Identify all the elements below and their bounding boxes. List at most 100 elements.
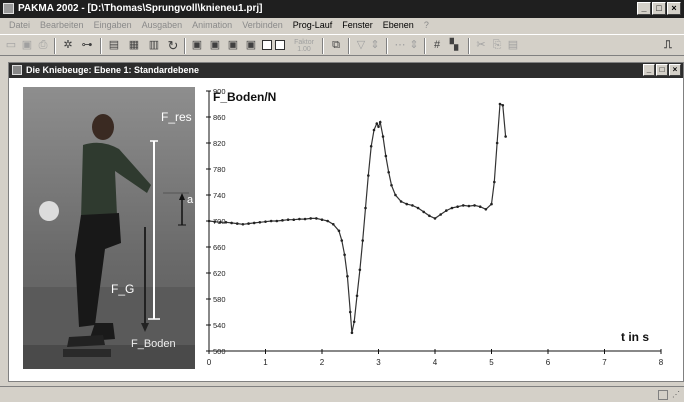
app-icon[interactable] — [3, 3, 14, 14]
y-tick-label: 580 — [213, 295, 226, 304]
data-point — [445, 209, 448, 212]
data-point — [303, 217, 307, 221]
scale-icon[interactable]: ⋯ — [392, 38, 408, 53]
menu-bearbeiten[interactable]: Bearbeiten — [35, 18, 89, 34]
play-icon[interactable]: ▣ — [190, 38, 204, 53]
y-tick-label: 860 — [213, 113, 226, 122]
copy-icon[interactable]: ⎘ — [490, 38, 504, 53]
factor-control[interactable]: Faktor 1.00 — [290, 39, 318, 54]
data-table-icon[interactable]: ▚ — [446, 38, 462, 53]
help-pointer-icon[interactable]: ⎍ — [660, 38, 676, 53]
x-tick-label: 5 — [489, 358, 494, 367]
y-tick-label: 540 — [213, 321, 226, 330]
maximize-button[interactable]: □ — [652, 2, 666, 15]
data-point — [504, 135, 507, 138]
data-point — [326, 219, 329, 223]
layers-icon[interactable]: ⧉ — [328, 38, 344, 53]
grid-icon[interactable]: # — [430, 38, 444, 53]
menu-datei[interactable]: Datei — [4, 18, 35, 34]
input-window-icon[interactable]: ▤ — [106, 38, 122, 53]
y-tick-label: 500 — [213, 347, 226, 356]
x-axis-label: t in s — [621, 330, 649, 344]
data-point — [384, 154, 388, 158]
data-point — [219, 221, 222, 224]
x-tick-label: 3 — [376, 358, 381, 367]
zoom-down-icon[interactable]: ▽ — [354, 38, 368, 53]
gear-icon[interactable]: ✲ — [60, 38, 76, 53]
paste-icon[interactable]: ▤ — [506, 38, 520, 53]
subwindow: Die Kniebeuge: Ebene 1: Standardebene _ … — [8, 62, 684, 382]
menu-help[interactable]: ? — [419, 18, 434, 34]
stop-icon[interactable]: ▣ — [244, 38, 258, 53]
data-point — [348, 310, 352, 314]
data-point — [381, 135, 385, 138]
menu-animation[interactable]: Animation — [187, 18, 237, 34]
data-point — [281, 219, 284, 222]
connect-icon[interactable]: ⊶ — [78, 38, 96, 53]
graph-window-icon[interactable]: ▥ — [146, 38, 162, 53]
pause-icon[interactable]: ▣ — [226, 38, 240, 53]
menu-ebenen[interactable]: Ebenen — [378, 18, 419, 34]
data-point — [501, 104, 505, 107]
data-point — [450, 206, 454, 210]
x-tick-label: 1 — [263, 358, 268, 367]
y-tick-label: 820 — [213, 139, 226, 148]
step-icon[interactable]: ▣ — [208, 38, 222, 53]
factor-value: 1.00 — [297, 46, 311, 53]
x-tick-labels: 0 1 2 3 4 5 6 7 8 — [207, 358, 664, 367]
data-point — [355, 294, 359, 298]
menu-ausgaben[interactable]: Ausgaben — [137, 18, 188, 34]
data-point — [461, 204, 465, 207]
data-point — [473, 204, 476, 207]
scale-spin-icon[interactable]: ⇕ — [408, 38, 420, 53]
data-point — [346, 274, 349, 278]
data-point — [377, 125, 380, 129]
resize-grip-icon[interactable]: ⋰ — [672, 390, 682, 400]
sub-close-button[interactable]: × — [669, 64, 681, 76]
data-point — [439, 213, 442, 216]
menu-fenster[interactable]: Fenster — [337, 18, 378, 34]
status-indicator-icon — [658, 390, 668, 400]
menu-verbinden[interactable]: Verbinden — [237, 18, 288, 34]
print-icon[interactable]: ⎙ — [36, 38, 50, 53]
data-point — [247, 222, 250, 225]
data-point — [213, 220, 216, 223]
data-point — [378, 120, 382, 124]
window-title: PAKMA 2002 - [D:\Thomas\Sprungvoll\knien… — [18, 3, 263, 14]
data-point — [252, 221, 256, 225]
menu-eingaben[interactable]: Eingaben — [89, 18, 137, 34]
series-line — [208, 103, 507, 333]
minimize-button[interactable]: _ — [637, 2, 651, 15]
refresh-icon[interactable]: ↻ — [166, 38, 180, 53]
data-point — [337, 229, 341, 233]
data-point — [264, 220, 267, 223]
x-tick-label: 0 — [207, 358, 212, 367]
checkbox-b[interactable] — [275, 40, 285, 50]
status-bar: ⋰ — [0, 386, 684, 402]
checkbox-a[interactable] — [262, 40, 272, 50]
data-point — [224, 221, 228, 224]
data-point — [320, 218, 324, 221]
open-folder-icon[interactable]: ▭ — [4, 38, 18, 53]
app-title-bar: PAKMA 2002 - [D:\Thomas\Sprungvoll\knien… — [0, 0, 684, 18]
output-window-icon[interactable]: ▦ — [126, 38, 142, 53]
force-time-chart[interactable]: 500540580620660700740780820860900 012345… — [201, 79, 677, 379]
data-point — [352, 320, 356, 324]
save-icon[interactable]: ▣ — [20, 38, 34, 53]
f-boden-label: F_Boden — [131, 338, 176, 350]
data-point — [493, 180, 496, 184]
cut-icon[interactable]: ✂ — [474, 38, 488, 53]
a-label: a — [187, 194, 194, 206]
spin-updown-icon[interactable]: ⇕ — [368, 38, 382, 53]
data-point — [387, 170, 390, 174]
data-point — [394, 193, 397, 197]
sub-maximize-button[interactable]: □ — [656, 64, 668, 76]
data-point — [367, 174, 370, 177]
menu-prog-lauf[interactable]: Prog-Lauf — [288, 18, 338, 34]
subwindow-icon[interactable] — [12, 65, 22, 75]
data-point — [467, 204, 471, 208]
close-button[interactable]: × — [667, 2, 681, 15]
data-point — [490, 202, 493, 206]
x-tick-label: 7 — [602, 358, 607, 367]
sub-minimize-button[interactable]: _ — [643, 64, 655, 76]
